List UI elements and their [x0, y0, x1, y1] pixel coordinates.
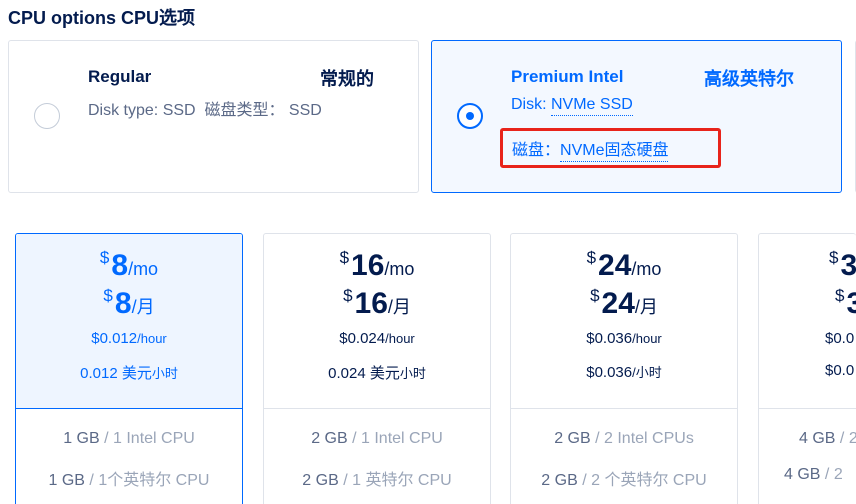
plan-card-24[interactable]: $24/mo $24/月 $0.036/hour $0.036/小时 2 GB … — [510, 233, 738, 504]
plan-spec-cn: 4 GB / 2 — [784, 466, 843, 483]
price-monthly: $16/mo — [339, 248, 415, 282]
price-hourly: $0.0 — [825, 330, 855, 347]
plan-spec: 2 GB / 2 Intel CPUs — [554, 430, 694, 447]
price-monthly: $8/mo — [99, 248, 159, 282]
plan-price-area: $24/mo $24/月 $0.036/hour $0.036/小时 — [511, 234, 737, 409]
plan-spec-cn: 2 GB / 2 个英特尔 CPU — [541, 472, 707, 489]
price-hourly: $0.012/hour — [91, 330, 167, 347]
plan-spec: 2 GB / 1 Intel CPU — [311, 430, 443, 447]
price-monthly-cn: $16/月 — [343, 286, 411, 320]
option-name-cn: 常规的 — [320, 69, 374, 89]
plan-spec-cn: 1 GB / 1个英特尔 CPU — [48, 472, 210, 489]
plan-card-8[interactable]: $8/mo $8/月 $0.012/hour 0.012 美元小时 1 GB /… — [15, 233, 243, 504]
price-monthly-cn: $24/月 — [590, 286, 658, 320]
plan-price-area: $8/mo $8/月 $0.012/hour 0.012 美元小时 — [16, 234, 242, 409]
radio-premium-intel[interactable] — [457, 103, 483, 129]
plan-card-next-peek[interactable]: $3 $3 $0.0 $0.0 4 GB / 2 4 GB / 2 — [758, 233, 856, 504]
option-desc: Disk type: SSD 磁盘类型： SSD — [88, 96, 322, 120]
option-desc: Disk: NVMe SSD — [511, 96, 633, 116]
disk-value-tooltip[interactable]: NVMe SSD — [551, 96, 633, 116]
disk-label: Disk: — [511, 96, 551, 113]
disk-cn-label: 磁盘： — [512, 142, 561, 159]
radio-selected-dot — [466, 112, 474, 120]
price-hourly-cn: $0.036/小时 — [586, 364, 662, 381]
price-hourly-cn: 0.024 美元小时 — [328, 365, 426, 382]
plan-price-area: $16/mo $16/月 $0.024/hour 0.024 美元小时 — [264, 234, 490, 409]
plan-price-area: $3 $3 $0.0 $0.0 — [759, 234, 856, 409]
plan-spec: 4 GB / 2 — [799, 430, 856, 447]
radio-regular[interactable] — [34, 103, 60, 129]
price-monthly-cn: $8/月 — [103, 286, 155, 320]
option-name: Premium Intel — [511, 67, 624, 86]
plan-spec-cn: 2 GB / 1 英特尔 CPU — [302, 472, 452, 489]
option-name: Regular — [88, 67, 152, 86]
price-hourly-cn: 0.012 美元小时 — [80, 365, 178, 382]
price-monthly-cn: $3 — [835, 286, 856, 320]
price-hourly-cn: $0.0 — [825, 362, 855, 379]
price-monthly: $3 — [829, 248, 856, 282]
cpu-options-title: CPU options CPU选项 — [8, 8, 195, 28]
option-name-cn: 高级英特尔 — [704, 69, 794, 89]
cpu-option-premium-intel[interactable]: Premium Intel 高级英特尔 Disk: NVMe SSD 磁盘：NV… — [431, 40, 842, 193]
price-hourly: $0.024/hour — [339, 330, 415, 347]
cpu-option-regular[interactable]: Regular 常规的 Disk type: SSD 磁盘类型： SSD — [8, 40, 419, 193]
plan-card-16[interactable]: $16/mo $16/月 $0.024/hour 0.024 美元小时 2 GB… — [263, 233, 491, 504]
plan-spec: 1 GB / 1 Intel CPU — [63, 430, 195, 447]
disk-type-cn: 磁盘类型： SSD — [204, 102, 322, 119]
disk-type-label: Disk type: — [88, 102, 163, 119]
disk-cn-value-tooltip[interactable]: NVMe固态硬盘 — [560, 142, 669, 162]
disk-cn-highlight-box: 磁盘：NVMe固态硬盘 — [500, 128, 721, 168]
price-hourly: $0.036/hour — [586, 330, 662, 347]
disk-type-value: SSD — [162, 102, 196, 119]
price-monthly: $24/mo — [586, 248, 662, 282]
